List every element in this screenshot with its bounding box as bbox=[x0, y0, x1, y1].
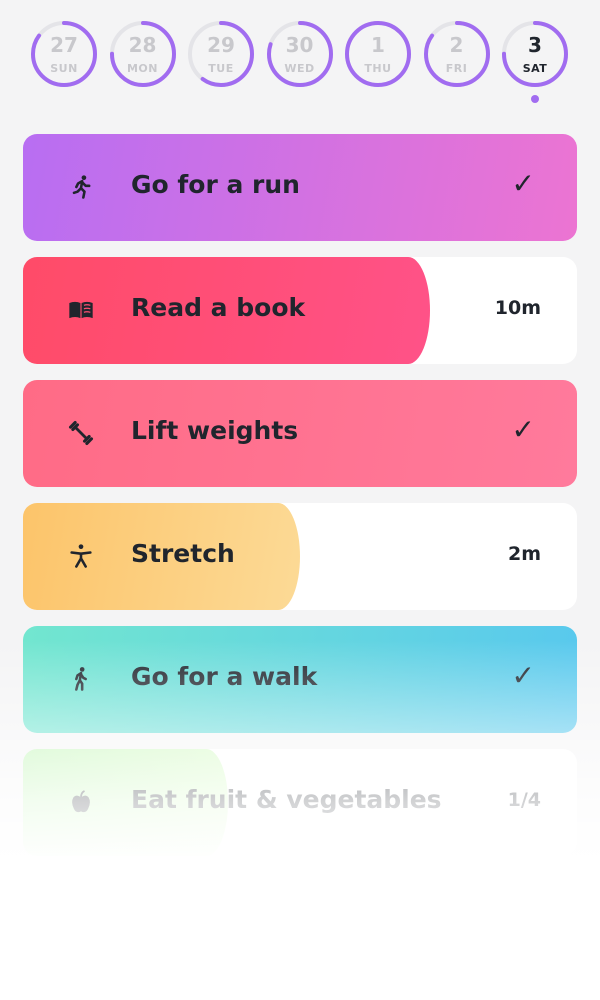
day-fri[interactable]: 2 FRI bbox=[423, 20, 491, 88]
day-sat[interactable]: 3 SAT bbox=[501, 20, 569, 103]
day-tue[interactable]: 29 TUE bbox=[187, 20, 255, 88]
habit-label: Eat fruit & vegetables bbox=[131, 785, 442, 814]
day-number: 29 bbox=[207, 33, 235, 57]
habit-card-read[interactable]: Read a book 10m bbox=[23, 257, 577, 364]
habit-label: Stretch bbox=[131, 539, 235, 568]
day-thu[interactable]: 1 THU bbox=[344, 20, 412, 88]
habit-label: Go for a walk bbox=[131, 662, 318, 691]
walking-icon bbox=[67, 665, 95, 693]
habit-status: 1/4 bbox=[507, 789, 541, 811]
day-sun[interactable]: 27 SUN bbox=[30, 20, 98, 88]
day-name: WED bbox=[284, 62, 315, 75]
habit-progress-fill bbox=[23, 134, 577, 241]
day-number: 3 bbox=[528, 33, 542, 57]
running-icon bbox=[67, 173, 95, 201]
day-name: THU bbox=[364, 62, 392, 75]
habit-status: ✓ bbox=[511, 659, 535, 692]
day-name: MON bbox=[126, 62, 158, 75]
habit-progress-fill bbox=[23, 380, 577, 487]
habit-label: Go for a run bbox=[131, 170, 300, 199]
day-number: 27 bbox=[50, 33, 78, 57]
habit-card-walk[interactable]: Go for a walk ✓ bbox=[23, 626, 577, 733]
day-wed[interactable]: 30 WED bbox=[266, 20, 334, 88]
day-name: TUE bbox=[208, 62, 234, 75]
day-mon[interactable]: 28 MON bbox=[109, 20, 177, 88]
day-number: 1 bbox=[371, 33, 385, 57]
habit-card-fruit[interactable]: Eat fruit & vegetables 1/4 bbox=[23, 749, 577, 856]
day-number: 2 bbox=[449, 33, 464, 57]
habit-status: 2m bbox=[507, 543, 541, 565]
day-name: FRI bbox=[445, 62, 468, 75]
habit-card-run[interactable]: Go for a run ✓ bbox=[23, 134, 577, 241]
apple-icon bbox=[67, 788, 95, 816]
habit-card-stretch[interactable]: Stretch 2m bbox=[23, 503, 577, 610]
stretch-icon bbox=[67, 542, 95, 570]
dumbbell-icon bbox=[67, 419, 95, 447]
book-icon bbox=[67, 296, 95, 324]
day-number: 30 bbox=[285, 33, 314, 57]
day-number: 28 bbox=[128, 33, 157, 57]
day-name: SUN bbox=[50, 62, 78, 75]
habit-status: 10m bbox=[494, 297, 541, 319]
habit-card-lift[interactable]: Lift weights ✓ bbox=[23, 380, 577, 487]
habit-label: Read a book bbox=[131, 293, 306, 322]
selected-day-indicator bbox=[531, 95, 539, 103]
day-name: SAT bbox=[522, 62, 548, 75]
habit-label: Lift weights bbox=[131, 416, 299, 445]
habit-status: ✓ bbox=[511, 413, 535, 446]
habit-status: ✓ bbox=[511, 167, 535, 200]
week-selector: 27 SUN 28 MON 29 TUE 30 WED 1 THU 2 FRI … bbox=[30, 20, 570, 110]
